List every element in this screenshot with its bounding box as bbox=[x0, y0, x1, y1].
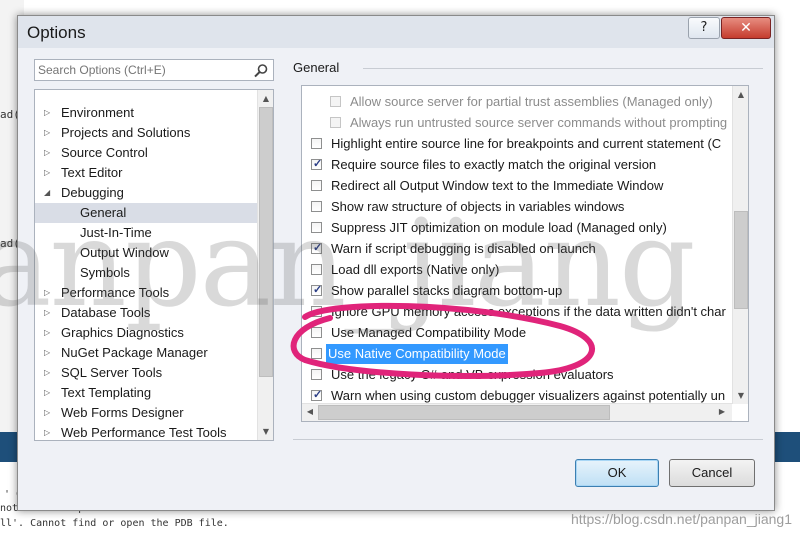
tree-item-label: Projects and Solutions bbox=[61, 125, 191, 140]
option-checkbox[interactable]: ✓ bbox=[311, 158, 323, 170]
watermark-credit: https://blog.csdn.net/panpan_jiang1 bbox=[570, 511, 792, 527]
option-label: Allow source server for partial trust as… bbox=[350, 94, 713, 109]
tree-item[interactable]: ▷ Web Forms Designer bbox=[35, 403, 257, 423]
option-label: Require source files to exactly match th… bbox=[331, 157, 657, 172]
option-checkbox[interactable] bbox=[311, 369, 322, 380]
footer-divider bbox=[293, 439, 763, 440]
tree-item[interactable]: ▷ Web Performance Test Tools bbox=[35, 423, 257, 440]
tree-item-label: NuGet Package Manager bbox=[61, 345, 208, 360]
expand-arrow-icon[interactable]: ▷ bbox=[44, 403, 50, 423]
option-label: Use Native Compatibility Mode bbox=[326, 344, 508, 364]
option-label: Redirect all Output Window text to the I… bbox=[331, 178, 664, 193]
tree-item-label: Text Editor bbox=[61, 165, 123, 180]
dialog-title: Options bbox=[27, 23, 86, 42]
help-button[interactable]: ? bbox=[688, 17, 720, 39]
option-checkbox[interactable] bbox=[311, 348, 322, 359]
section-title: General bbox=[293, 60, 340, 75]
checkmark-icon: ✓ bbox=[313, 389, 323, 401]
watermark: anpan_jiang bbox=[0, 195, 696, 334]
list-horizontal-scrollbar[interactable]: ◀ ▶ bbox=[302, 403, 732, 421]
tree-item[interactable]: ▷ Text Templating bbox=[35, 383, 257, 403]
expand-arrow-icon[interactable]: ▷ bbox=[44, 143, 50, 163]
tree-item[interactable]: ▷ Text Editor bbox=[35, 163, 257, 183]
scroll-right-icon[interactable]: ▶ bbox=[714, 407, 730, 416]
ok-button[interactable]: OK bbox=[575, 459, 659, 487]
option-checkbox[interactable] bbox=[330, 117, 341, 128]
search-icon[interactable] bbox=[253, 63, 269, 79]
list-vertical-scrollbar[interactable]: ▲ ▼ bbox=[732, 86, 748, 404]
tree-item[interactable]: ▷ Projects and Solutions bbox=[35, 123, 257, 143]
expand-arrow-icon[interactable]: ▷ bbox=[44, 363, 50, 383]
scroll-down-icon[interactable]: ▼ bbox=[733, 391, 748, 400]
tree-item-label: Text Templating bbox=[61, 385, 152, 400]
cancel-button[interactable]: Cancel bbox=[669, 459, 755, 487]
close-button[interactable]: ✕ bbox=[721, 17, 771, 39]
option-label: Always run untrusted source server comma… bbox=[350, 115, 728, 130]
expand-arrow-icon[interactable]: ▷ bbox=[44, 423, 50, 440]
tree-item-label: Source Control bbox=[61, 145, 148, 160]
expand-arrow-icon[interactable]: ▷ bbox=[44, 343, 50, 363]
tree-item-label: Environment bbox=[61, 105, 134, 120]
expand-arrow-icon[interactable]: ▷ bbox=[44, 163, 50, 183]
option-checkbox[interactable] bbox=[311, 180, 322, 191]
section-divider bbox=[363, 68, 763, 69]
option-checkbox[interactable] bbox=[330, 96, 341, 107]
tree-item-label: Web Forms Designer bbox=[61, 405, 184, 420]
search-box[interactable] bbox=[34, 59, 274, 81]
scroll-up-icon[interactable]: ▲ bbox=[733, 90, 748, 99]
tree-item[interactable]: ▷ NuGet Package Manager bbox=[35, 343, 257, 363]
scroll-left-icon[interactable]: ◀ bbox=[302, 407, 318, 416]
expand-arrow-icon[interactable]: ▷ bbox=[44, 383, 50, 403]
expand-arrow-icon[interactable]: ▷ bbox=[44, 123, 50, 143]
search-input[interactable] bbox=[38, 62, 248, 78]
output-line: ll'. Cannot find or open the PDB file. bbox=[0, 518, 229, 529]
horizontal-scroll-thumb[interactable] bbox=[318, 405, 610, 420]
scroll-up-icon[interactable]: ▲ bbox=[258, 94, 273, 103]
scroll-thumb[interactable] bbox=[734, 211, 748, 309]
tree-item[interactable]: ▷ Environment bbox=[35, 103, 257, 123]
scroll-down-icon[interactable]: ▼ bbox=[258, 427, 273, 436]
option-checkbox[interactable]: ✓ bbox=[311, 389, 323, 401]
option-checkbox[interactable] bbox=[311, 138, 322, 149]
option-label: Highlight entire source line for breakpo… bbox=[331, 136, 722, 151]
expand-arrow-icon[interactable]: ▷ bbox=[44, 103, 50, 123]
checkmark-icon: ✓ bbox=[313, 158, 323, 170]
tree-item-label: SQL Server Tools bbox=[61, 365, 163, 380]
tree-item[interactable]: ▷ SQL Server Tools bbox=[35, 363, 257, 383]
tree-item-label: Web Performance Test Tools bbox=[61, 425, 227, 440]
title-bar[interactable]: Options ? ✕ bbox=[18, 16, 774, 48]
tree-item[interactable]: ▷ Source Control bbox=[35, 143, 257, 163]
option-label: Use the legacy C# and VB expression eval… bbox=[331, 367, 614, 382]
